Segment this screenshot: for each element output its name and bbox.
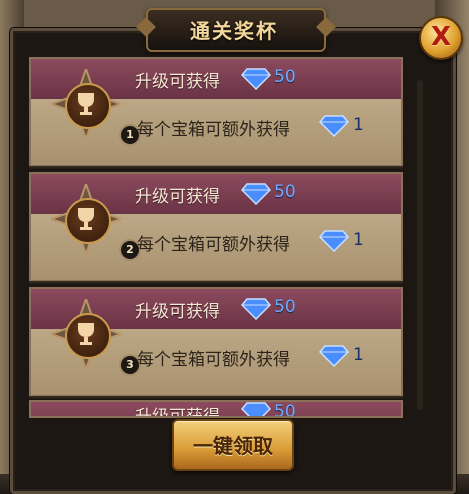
card-divider <box>29 281 403 285</box>
trophy-emblem <box>51 184 121 254</box>
diamond-icon <box>319 115 349 137</box>
box-value: 1 <box>353 115 364 135</box>
upgrade-label: 升级可获得 <box>135 187 220 207</box>
dialog-title: 通关奖杯 <box>190 19 278 43</box>
trophy-emblem <box>51 299 121 369</box>
box-label: 每个宝箱可额外获得 <box>137 350 290 370</box>
upgrade-label: 升级可获得 <box>135 407 220 418</box>
box-value: 1 <box>353 345 364 365</box>
trophy-emblem <box>51 69 121 139</box>
diamond-icon <box>241 298 271 320</box>
claim-all-label: 一键领取 <box>193 434 273 458</box>
trophy-icon <box>78 208 94 230</box>
box-value: 1 <box>353 230 364 250</box>
reward-card: 1 升级可获得 50 每个宝箱可额外获得 1 <box>29 57 403 167</box>
upgrade-value: 50 <box>274 402 296 418</box>
box-label: 每个宝箱可额外获得 <box>137 120 290 140</box>
reward-card: 升级可获得 50 <box>29 400 403 418</box>
upgrade-label: 升级可获得 <box>135 302 220 322</box>
diamond-icon <box>241 402 271 416</box>
box-label: 每个宝箱可额外获得 <box>137 235 290 255</box>
reward-card: 3 升级可获得 50 每个宝箱可额外获得 1 <box>29 287 403 397</box>
diamond-icon <box>241 183 271 205</box>
close-button[interactable]: X <box>419 16 463 60</box>
reward-card: 2 升级可获得 50 每个宝箱可额外获得 1 <box>29 172 403 282</box>
card-divider <box>29 166 403 170</box>
upgrade-label: 升级可获得 <box>135 72 220 92</box>
diamond-icon <box>241 68 271 90</box>
diamond-icon <box>319 345 349 367</box>
upgrade-value: 50 <box>274 67 296 87</box>
close-icon: X <box>430 22 452 52</box>
trophy-icon <box>78 93 94 115</box>
upgrade-value: 50 <box>274 182 296 202</box>
upgrade-value: 50 <box>274 297 296 317</box>
scroll-track[interactable] <box>417 80 423 410</box>
trophy-icon <box>78 323 94 345</box>
diamond-icon <box>319 230 349 252</box>
